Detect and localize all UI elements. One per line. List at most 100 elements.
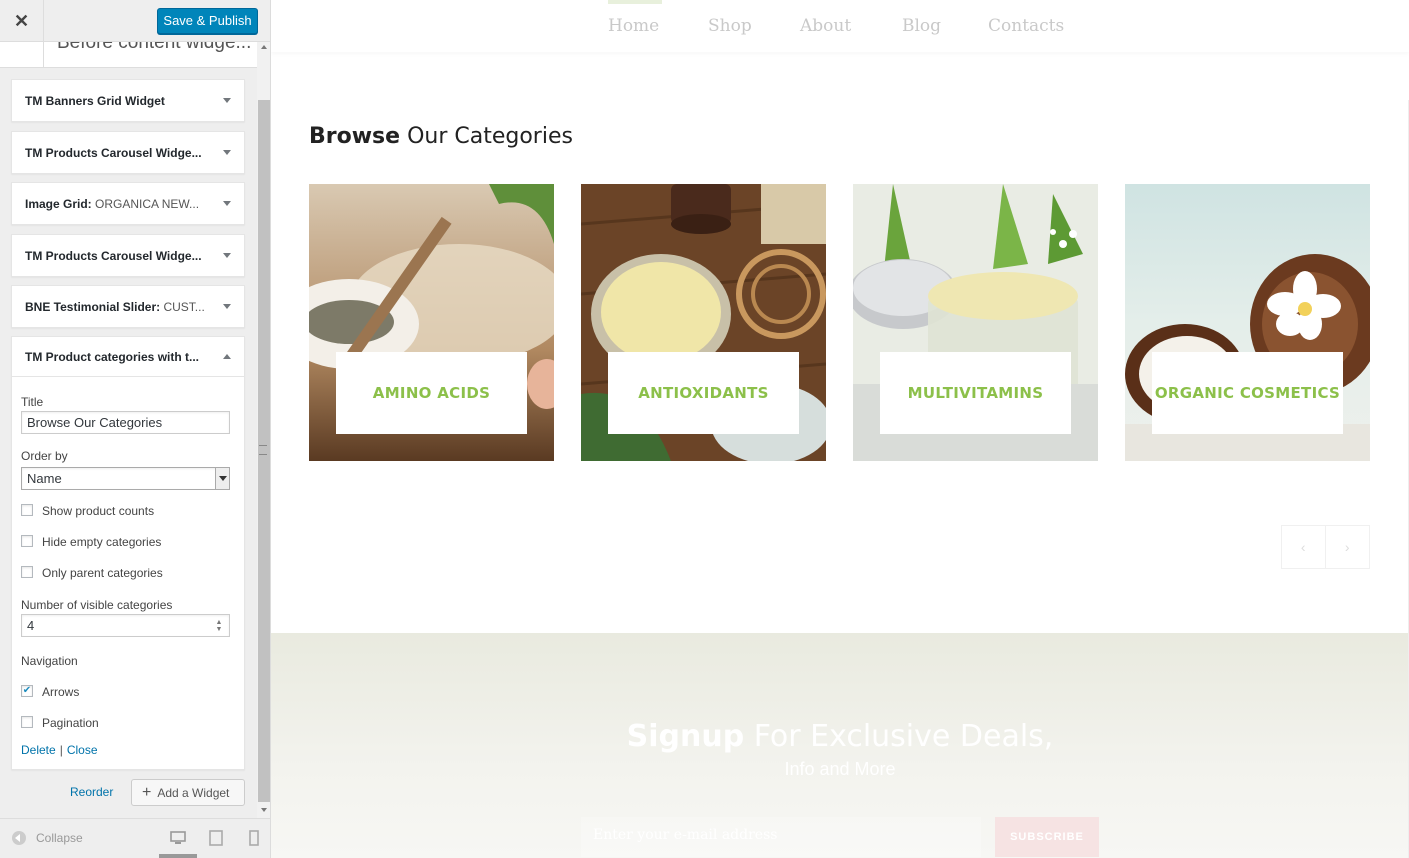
scroll-down-icon[interactable] (261, 808, 267, 812)
expand-arrow-icon[interactable] (223, 304, 231, 309)
carousel-arrows: ‹ › (1281, 525, 1370, 569)
main-navigation: Home Shop About Blog Contacts (271, 0, 1409, 52)
arrows-checkbox[interactable]: ✔ (21, 684, 33, 697)
title-input[interactable]: Browse Our Categories (21, 411, 230, 434)
resize-grip-icon[interactable] (259, 445, 267, 455)
category-label-box: ANTIOXIDANTS (608, 352, 799, 434)
signup-subtitle: Info and More (784, 759, 896, 779)
category-multivitamins[interactable]: MULTIVITAMINS (853, 184, 1098, 461)
widget-actions: Delete | Close (21, 743, 98, 757)
widget-title: TM Products Carousel Widge... (25, 248, 202, 263)
signup-title-bold: Signup (626, 719, 745, 754)
close-link[interactable]: Close (67, 743, 98, 757)
category-amino-acids[interactable]: AMINO ACIDS (309, 184, 554, 461)
order-by-label: Order by (21, 449, 68, 463)
site-preview: Home Shop About Blog Contacts Browse Our… (271, 0, 1409, 858)
category-label-box: AMINO ACIDS (336, 352, 527, 434)
subscribe-button[interactable]: SUBSCRIBE (995, 817, 1099, 857)
widget-header[interactable]: TM Product categories with t... (12, 337, 244, 377)
collapse-button[interactable]: Collapse (12, 831, 83, 845)
navigation-label: Navigation (21, 654, 78, 668)
delete-link[interactable]: Delete (21, 743, 56, 757)
add-widget-button[interactable]: + Add a Widget (131, 779, 245, 806)
hide-empty-categories[interactable]: Hide empty categories (21, 534, 162, 549)
widget-title: BNE Testimonial Slider: CUST... (25, 299, 205, 314)
signup-title: Signup For Exclusive Deals, (271, 719, 1409, 754)
expand-arrow-icon[interactable] (223, 150, 231, 155)
expand-arrow-icon[interactable] (223, 253, 231, 258)
order-by-select[interactable]: Name (21, 467, 230, 490)
expand-arrow-icon[interactable] (223, 201, 231, 206)
spinner-icon[interactable]: ▲ ▼ (214, 619, 224, 633)
only-parent-categories[interactable]: Only parent categories (21, 565, 163, 580)
category-label-box: ORGANIC COSMETICS (1152, 352, 1343, 434)
nav-about[interactable]: About (800, 16, 851, 36)
plus-icon: + (142, 783, 152, 801)
category-label: MULTIVITAMINS (907, 384, 1044, 402)
pagination-label: Pagination (42, 716, 99, 730)
mobile-icon[interactable] (246, 830, 262, 846)
pagination-option[interactable]: Pagination (21, 715, 99, 730)
section-header: Before content widge... (0, 42, 257, 68)
hide-empty-checkbox[interactable] (21, 534, 33, 547)
widget-title: TM Product categories with t... (25, 349, 200, 364)
customizer-footer: Collapse (0, 818, 270, 858)
scroll-up-icon[interactable] (261, 45, 267, 49)
category-label: ANTIOXIDANTS (638, 384, 769, 402)
link-separator: | (59, 743, 63, 757)
nav-home[interactable]: Home (608, 16, 659, 36)
category-label: ORGANIC COSMETICS (1154, 384, 1341, 402)
hide-empty-label: Hide empty categories (42, 535, 162, 549)
show-counts-checkbox[interactable] (21, 503, 33, 516)
back-button[interactable] (0, 42, 44, 68)
category-antioxidants[interactable]: ANTIOXIDANTS (581, 184, 826, 461)
close-icon[interactable]: ✕ (0, 0, 44, 42)
desktop-icon[interactable] (170, 830, 186, 846)
arrows-option[interactable]: ✔ Arrows (21, 684, 80, 699)
section-title: Before content widge... (57, 42, 252, 53)
visible-categories-input[interactable]: 4 ▲ ▼ (21, 614, 230, 637)
active-nav-indicator (608, 0, 662, 4)
heading-rest: Our Categories (400, 124, 573, 149)
only-parent-checkbox[interactable] (21, 565, 33, 578)
customizer-header: ✕ Save & Publish (0, 0, 270, 42)
expand-arrow-icon[interactable] (223, 98, 231, 103)
sidebar-scrollbar[interactable] (257, 42, 270, 818)
collapse-icon (12, 831, 26, 845)
widget-title: TM Products Carousel Widge... (25, 145, 202, 160)
carousel-prev-button[interactable]: ‹ (1282, 526, 1326, 568)
signup-section: Signup For Exclusive Deals, Info and Mor… (271, 633, 1409, 858)
widget-products-carousel-2[interactable]: TM Products Carousel Widge... (11, 234, 245, 277)
tablet-icon[interactable] (208, 830, 224, 846)
category-label: AMINO ACIDS (372, 384, 491, 402)
widget-image-grid[interactable]: Image Grid: ORGANICA NEW... (11, 182, 245, 225)
nav-blog[interactable]: Blog (902, 16, 941, 36)
widget-title: TM Banners Grid Widget (25, 93, 165, 108)
collapse-label: Collapse (36, 831, 83, 845)
add-widget-label: Add a Widget (157, 785, 230, 800)
reorder-link[interactable]: Reorder (70, 785, 113, 799)
pagination-checkbox[interactable] (21, 715, 33, 728)
widget-products-carousel-1[interactable]: TM Products Carousel Widge... (11, 131, 245, 174)
email-input[interactable]: Enter your e-mail address (581, 817, 981, 857)
visible-categories-label: Number of visible categories (21, 598, 173, 612)
carousel-next-button[interactable]: › (1326, 526, 1370, 568)
title-label: Title (21, 395, 44, 409)
show-counts-label: Show product counts (42, 504, 155, 518)
save-publish-button[interactable]: Save & Publish (157, 8, 258, 34)
nav-shop[interactable]: Shop (708, 16, 752, 36)
categories-heading: Browse Our Categories (309, 124, 573, 149)
category-organic-cosmetics[interactable]: ORGANIC COSMETICS (1125, 184, 1370, 461)
arrows-label: Arrows (42, 685, 80, 699)
nav-contacts[interactable]: Contacts (988, 16, 1064, 36)
widget-panel: Before content widge... TM Banners Grid … (0, 42, 257, 818)
chevron-down-icon[interactable] (215, 468, 229, 489)
only-parent-label: Only parent categories (42, 566, 163, 580)
order-by-value: Name (27, 471, 62, 486)
widget-product-categories: TM Product categories with t... Title Br… (11, 336, 245, 770)
show-product-counts[interactable]: Show product counts (21, 503, 155, 518)
collapse-arrow-icon[interactable] (223, 354, 231, 359)
widget-testimonial-slider[interactable]: BNE Testimonial Slider: CUST... (11, 285, 245, 328)
customizer-sidebar: Before content widge... TM Banners Grid … (0, 0, 271, 858)
widget-banners-grid[interactable]: TM Banners Grid Widget (11, 79, 245, 122)
